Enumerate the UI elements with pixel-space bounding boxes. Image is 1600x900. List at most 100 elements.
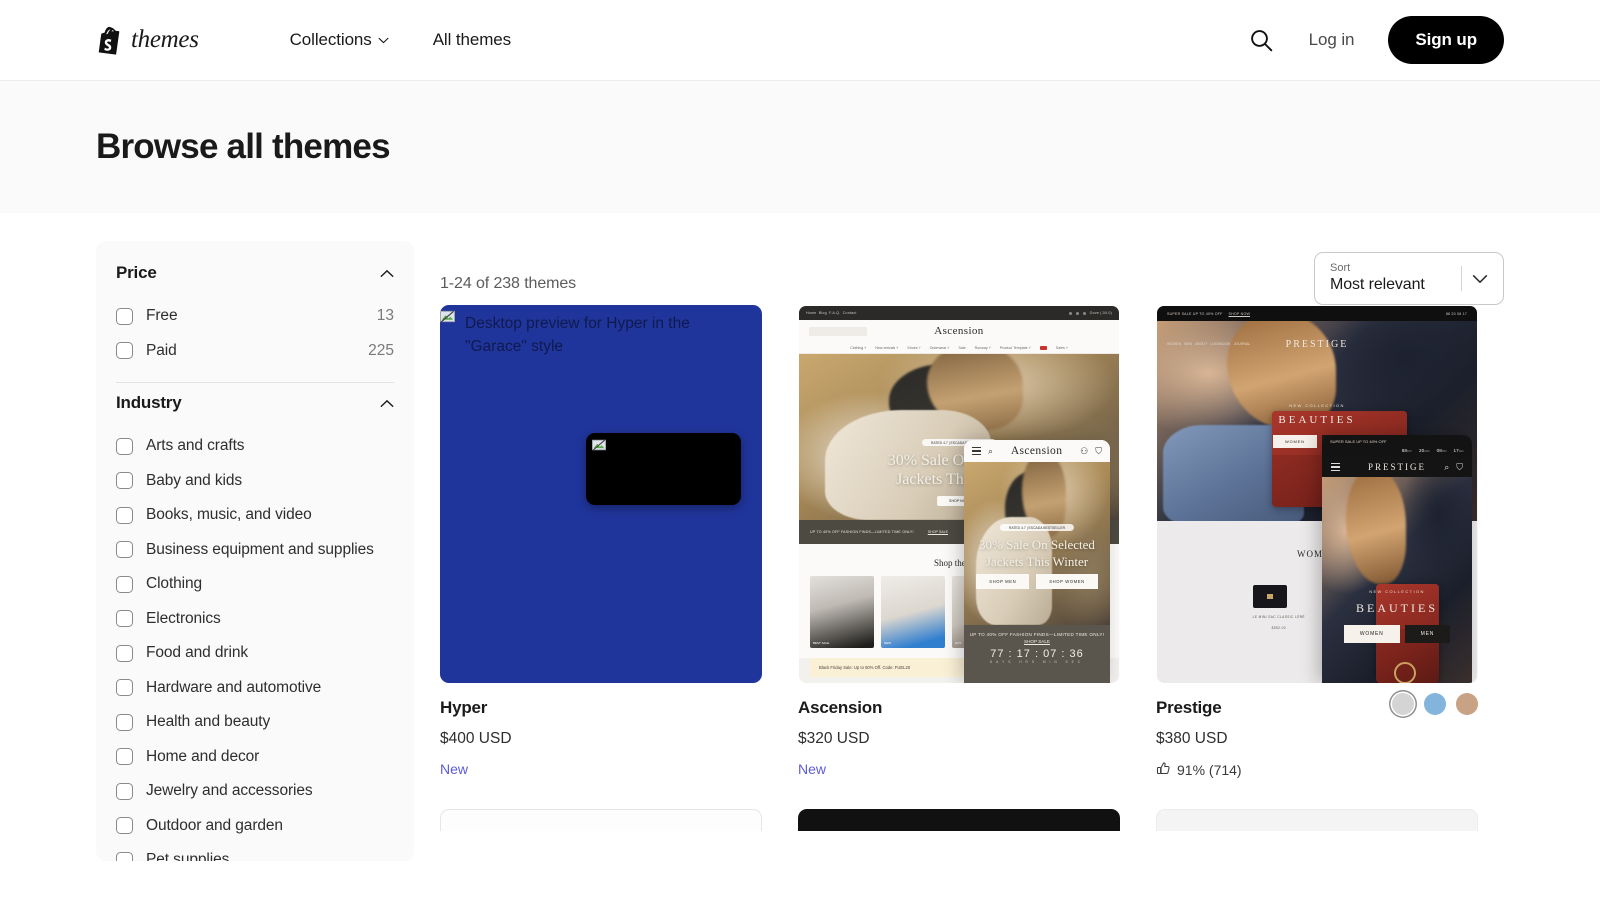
filter-option-health-and-beauty[interactable]: Health and beauty <box>116 705 394 740</box>
theme-preview-prestige: SUPER SALE UP TO 40% OFF SHOP NOW 88 20 … <box>1156 305 1478 683</box>
checkbox-industry[interactable] <box>116 575 133 593</box>
mobile-btn-shop-women: SHOP WOMEN <box>1036 574 1098 589</box>
broken-image-placeholder: Desktop preview for Hyper in the "Garace… <box>440 305 762 683</box>
theme-name[interactable]: Ascension <box>798 698 1120 718</box>
theme-name[interactable]: Hyper <box>440 698 762 718</box>
checkbox-industry[interactable] <box>116 437 133 455</box>
filter-option-pet-supplies[interactable]: Pet supplies <box>116 843 394 861</box>
nav-item-collections[interactable]: Collections <box>290 30 389 50</box>
login-link[interactable]: Log in <box>1309 30 1355 50</box>
checkbox-industry[interactable] <box>116 851 133 861</box>
filter-option-home-and-decor[interactable]: Home and decor <box>116 740 394 775</box>
checkbox-paid[interactable] <box>116 342 133 360</box>
theme-thumbnail-peek[interactable] <box>1156 809 1478 831</box>
mobile-hero-headline: 30% Sale On Selected Jackets This Winter <box>979 537 1095 569</box>
store-nav: Clothing ˅ New arrivals ˅ Shoes ˅ Outerwea… <box>799 342 1119 354</box>
filter-option-books-music-and-video[interactable]: Books, music, and video <box>116 498 394 533</box>
swatch-blue[interactable] <box>1424 693 1446 715</box>
checkbox-industry[interactable] <box>116 506 133 524</box>
theme-card-prestige[interactable]: SUPER SALE UP TO 40% OFF SHOP NOW 88 20 … <box>1156 305 1478 779</box>
mobile-preview: SUPER SALE UP TO 40% OFF 88DAY 20HRS 08M… <box>1322 435 1472 683</box>
site-logo[interactable]: themes <box>96 25 199 55</box>
signup-button[interactable]: Sign up <box>1388 16 1504 64</box>
filter-group-industry-header[interactable]: Industry <box>116 393 394 417</box>
mobile-hero: RATED 4.7 | ESCADA BESTSELLER 30% Sale O… <box>964 462 1110 625</box>
checkbox-industry[interactable] <box>116 817 133 835</box>
swatch-light[interactable] <box>1392 693 1414 715</box>
product-title: LE MINI SAC CLASSIC LÉRÉ <box>1252 615 1305 619</box>
filter-option-free[interactable]: Free 13 <box>116 299 394 334</box>
theme-card-ascension[interactable]: Home Blog F.A.Q. Contact Gove (.00.0) As… <box>798 305 1120 779</box>
results-section: 1-24 of 238 themes Sort Most relevant De… <box>440 213 1504 861</box>
theme-rating-value: 91% (714) <box>1177 762 1242 778</box>
product-tag: NEW <box>884 641 891 645</box>
filter-group-price-header[interactable]: Price <box>116 263 394 287</box>
mobile-btn-women: WOMEN <box>1343 625 1400 643</box>
filter-option-arts-and-crafts[interactable]: Arts and crafts <box>116 429 394 464</box>
chrome-nav-hint: Home Blog F.A.Q. Contact <box>806 311 857 315</box>
filter-option-paid-count: 225 <box>368 341 394 359</box>
checkbox-industry[interactable] <box>116 541 133 559</box>
results-count: 1-24 of 238 themes <box>440 275 577 292</box>
filter-option-baby-and-kids[interactable]: Baby and kids <box>116 464 394 499</box>
theme-thumbnail-peek[interactable] <box>798 809 1120 831</box>
filter-option-hardware-and-automotive[interactable]: Hardware and automotive <box>116 671 394 706</box>
mobile-hero-buttons: SHOP MEN SHOP WOMEN <box>964 574 1110 589</box>
theme-thumbnail-prestige[interactable]: SUPER SALE UP TO 40% OFF SHOP NOW 88 20 … <box>1156 305 1478 683</box>
theme-thumbnail-hyper[interactable]: Desktop preview for Hyper in the "Garace… <box>440 305 762 683</box>
top-promo-text: SUPER SALE UP TO 40% OFF <box>1167 311 1223 316</box>
thumbs-up-icon <box>1156 761 1171 779</box>
mobile-promo-text: SUPER SALE UP TO 40% OFF <box>1330 439 1387 444</box>
broken-image-icon <box>440 310 455 323</box>
chevron-down-icon <box>378 37 389 44</box>
chrome-icons: Gove (.00.0) <box>1068 311 1112 315</box>
filter-option-label: Hardware and automotive <box>146 678 322 696</box>
countdown-timer: 77 : 17 : 07 : 36 <box>990 648 1084 660</box>
theme-thumbnail-peek[interactable] <box>440 809 762 831</box>
sort-dropdown[interactable]: Sort Most relevant <box>1314 252 1504 305</box>
account-icon: ⚇ <box>1080 445 1089 456</box>
theme-thumbnail-ascension[interactable]: Home Blog F.A.Q. Contact Gove (.00.0) As… <box>798 305 1120 683</box>
checkbox-industry[interactable] <box>116 782 133 800</box>
product-price: $552.00 <box>1271 626 1286 630</box>
mobile-hero: NEW COLLECTION BEAUTIES WOMEN MEN <box>1322 477 1472 683</box>
filter-option-clothing[interactable]: Clothing <box>116 567 394 602</box>
filter-option-food-and-drink[interactable]: Food and drink <box>116 636 394 671</box>
mobile-hero-headline: BEAUTIES <box>1356 601 1438 615</box>
checkbox-industry[interactable] <box>116 610 133 628</box>
filter-option-jewelry-and-accessories[interactable]: Jewelry and accessories <box>116 774 394 809</box>
product-tag: HOT <box>955 641 962 645</box>
filter-option-label: Books, music, and video <box>146 506 312 524</box>
theme-color-swatches <box>1392 693 1478 715</box>
mobile-promo-link: SHOP SALE <box>1024 639 1050 644</box>
theme-preview-ascension: Home Blog F.A.Q. Contact Gove (.00.0) As… <box>798 305 1120 683</box>
nav-item-all-themes[interactable]: All themes <box>433 30 511 50</box>
theme-card-hyper[interactable]: Desktop preview for Hyper in the "Garace… <box>440 305 762 779</box>
checkbox-industry[interactable] <box>116 644 133 662</box>
search-icon[interactable] <box>1249 27 1275 53</box>
filter-option-outdoor-and-garden[interactable]: Outdoor and garden <box>116 809 394 844</box>
mobile-store-bar: ⌕ Ascension ⚇ ⛉ <box>964 440 1110 462</box>
filter-option-paid-label: Paid <box>146 341 177 359</box>
results-toolbar: 1-24 of 238 themes Sort Most relevant <box>440 213 1504 305</box>
filter-option-business-equipment-and-supplies[interactable]: Business equipment and supplies <box>116 533 394 568</box>
theme-grid-next-row <box>440 809 1504 831</box>
checkbox-industry[interactable] <box>116 748 133 766</box>
filter-option-label: Pet supplies <box>146 851 230 861</box>
checkbox-industry[interactable] <box>116 713 133 731</box>
checkbox-free[interactable] <box>116 307 133 325</box>
swatch-tan[interactable] <box>1456 693 1478 715</box>
filter-group-price-title: Price <box>116 263 157 282</box>
checkbox-industry[interactable] <box>116 472 133 490</box>
countdown-label: MIN <box>1441 450 1447 453</box>
chevron-up-icon <box>380 269 394 278</box>
mobile-top-promo: SUPER SALE UP TO 40% OFF 88DAY 20HRS 08M… <box>1322 435 1472 457</box>
filter-option-label: Home and decor <box>146 747 260 765</box>
theme-rating: 91% (714) <box>1156 761 1478 779</box>
filter-sidebar: Price Free 13 Paid 225 Industry Arts and… <box>96 241 414 861</box>
checkbox-industry[interactable] <box>116 679 133 697</box>
filter-option-electronics[interactable]: Electronics <box>116 602 394 637</box>
theme-price: $380 USD <box>1156 730 1228 747</box>
filter-option-paid[interactable]: Paid 225 <box>116 334 394 369</box>
hamburger-icon <box>972 447 981 455</box>
